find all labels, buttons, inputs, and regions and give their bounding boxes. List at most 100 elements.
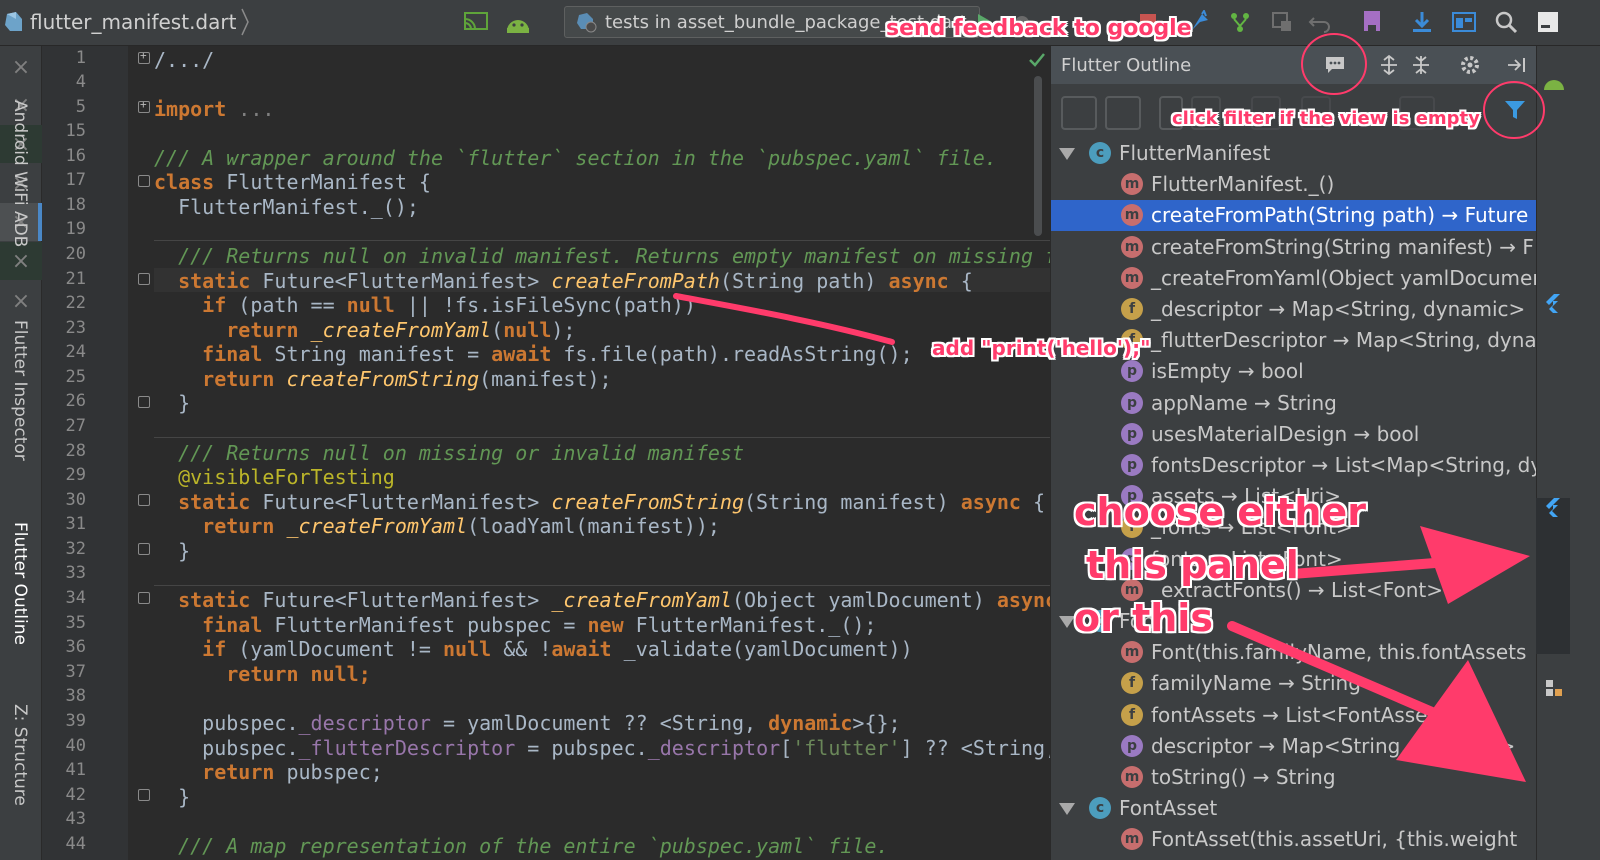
outline-row-label: FlutterManifest <box>1119 141 1271 165</box>
code-line-34: static Future<FlutterManifest> _createFr… <box>154 588 1081 612</box>
fold-collapse-icon[interactable] <box>138 273 150 285</box>
tab-android-wifi-adb[interactable]: Android WiFi ADB <box>8 100 30 247</box>
gear-icon[interactable] <box>1459 53 1483 77</box>
outline-member-row[interactable]: p appName → String <box>1051 388 1536 419</box>
method-icon: m <box>1121 266 1143 289</box>
method-icon: m <box>1121 204 1143 227</box>
download-icon[interactable] <box>1408 8 1436 36</box>
tab-flutter-inspector[interactable]: Flutter Inspector <box>8 320 30 461</box>
outline-member-row[interactable]: p fontsDescriptor → List<Map<String, dy <box>1051 450 1536 481</box>
fold-collapse-icon[interactable] <box>138 175 150 187</box>
line-number: 44 <box>65 834 86 854</box>
no-errors-check-icon <box>1029 53 1045 67</box>
annotation-filter: click filter if the view is empty <box>1172 108 1480 129</box>
method-icon: m <box>1121 641 1143 664</box>
outline-member-row[interactable]: m createFromString(String manifest) → F <box>1051 232 1536 263</box>
code-line-17: class FlutterManifest { <box>154 170 431 194</box>
outline-member-row[interactable]: m toString() → String <box>1051 762 1536 793</box>
line-number: 41 <box>65 760 86 780</box>
outline-member-row[interactable]: p isEmpty → bool <box>1051 356 1536 387</box>
line-number: 5 <box>75 97 86 117</box>
line-number: 18 <box>65 195 86 215</box>
outline-member-row[interactable]: f familyName → String <box>1051 668 1536 699</box>
vcs-icon[interactable] <box>1226 8 1254 36</box>
outline-member-row[interactable]: m createFromPath(String path) → Future <box>1051 200 1536 232</box>
avd-icon[interactable] <box>1268 8 1296 36</box>
outline-member-row[interactable]: m FlutterManifest._() <box>1051 169 1536 200</box>
outline-member-row[interactable]: p descriptor → Map<String, dynamic> <box>1051 731 1536 762</box>
line-number: 26 <box>65 391 86 411</box>
line-number: 31 <box>65 514 86 534</box>
outline-class-row[interactable]: c FlutterManifest <box>1051 138 1536 169</box>
fold-expand-icon[interactable] <box>138 98 150 113</box>
close-tab-icon[interactable]: × <box>0 242 42 280</box>
outline-member-row[interactable]: m FontAsset(this.assetUri, {this.weight <box>1051 824 1536 855</box>
padding-widget-icon[interactable] <box>1105 96 1141 130</box>
undo-icon[interactable] <box>1306 8 1334 36</box>
close-tab-icon[interactable]: × <box>0 48 42 86</box>
line-number: 38 <box>65 686 86 706</box>
line-number: 21 <box>65 269 86 289</box>
line-number: 43 <box>65 809 86 829</box>
outline-member-row[interactable]: p usesMaterialDesign → bool <box>1051 419 1536 450</box>
tab-flutter-outline[interactable]: Flutter Outline <box>8 522 30 645</box>
code-line-16: /// A wrapper around the `flutter` secti… <box>154 146 997 170</box>
property-icon: p <box>1121 734 1143 757</box>
code-line-22: if (path == null || !fs.isFileSync(path)… <box>154 293 696 317</box>
file-name: flutter_manifest.dart <box>30 10 237 34</box>
android-icon[interactable] <box>504 8 532 36</box>
line-number: 24 <box>65 342 86 362</box>
fold-collapse-icon[interactable] <box>138 543 150 555</box>
line-number: 20 <box>65 244 86 264</box>
ide-icon[interactable] <box>1534 8 1562 36</box>
feedback-icon[interactable] <box>1323 53 1347 77</box>
property-icon: p <box>1121 454 1143 476</box>
annotation-choose-3: or this <box>1074 596 1213 640</box>
outline-member-row[interactable]: f _descriptor → Map<String, dynamic> <box>1051 294 1536 325</box>
outline-member-row[interactable]: m Font(this.familyName, this.fontAssets <box>1051 637 1536 668</box>
field-icon: f <box>1121 298 1143 320</box>
center-widget-icon[interactable] <box>1061 96 1097 130</box>
flutter-inspector-icon <box>1546 294 1560 313</box>
line-number: 15 <box>65 121 86 141</box>
outline-row-label: descriptor → Map<String, dynamic> <box>1151 733 1516 758</box>
sdk-icon[interactable] <box>1358 8 1386 36</box>
filter-icon[interactable] <box>1503 98 1527 126</box>
close-tab-icon[interactable]: × <box>0 282 42 320</box>
tab-structure[interactable]: Z: Structure <box>8 704 30 806</box>
outline-row-label: appName → String <box>1151 390 1337 415</box>
expand-triangle-icon[interactable] <box>1059 616 1075 628</box>
fold-collapse-icon[interactable] <box>138 494 150 506</box>
cast-icon[interactable] <box>462 8 490 36</box>
outline-row-label: FontAsset <box>1119 796 1218 821</box>
code-line-5: import ... <box>154 97 275 121</box>
expand-all-icon[interactable] <box>1377 53 1401 77</box>
collapse-all-icon[interactable] <box>1409 53 1433 77</box>
fold-collapse-icon[interactable] <box>138 396 150 408</box>
outline-member-row[interactable]: m _createFromYaml(Object yamlDocumen <box>1051 263 1536 294</box>
editor-scrollbar[interactable] <box>1034 76 1042 236</box>
underline-stroke <box>673 293 895 345</box>
outline-member-row[interactable]: f fontAssets → List<FontAsset> <box>1051 700 1536 731</box>
flutter-outline-icon <box>1546 498 1560 517</box>
outline-row-label: FlutterManifest._() <box>1151 172 1335 197</box>
outline-class-row[interactable]: c FontAsset <box>1051 793 1536 824</box>
fold-collapse-icon[interactable] <box>138 592 150 604</box>
code-line-32: } <box>154 539 191 563</box>
line-number: 28 <box>65 441 86 461</box>
line-number: 4 <box>75 72 86 92</box>
dart-file-icon <box>5 12 22 31</box>
hide-panel-icon[interactable] <box>1505 53 1529 77</box>
method-icon: m <box>1121 173 1143 196</box>
file-breadcrumb[interactable]: flutter_manifest.dart <box>4 6 250 38</box>
expand-triangle-icon[interactable] <box>1059 148 1075 160</box>
project-structure-icon[interactable] <box>1450 8 1478 36</box>
code-line-25: return createFromString(manifest); <box>154 367 612 391</box>
expand-triangle-icon[interactable] <box>1059 803 1075 816</box>
search-icon[interactable] <box>1492 8 1520 36</box>
method-separator <box>154 437 1050 438</box>
annotation-add-print: add "print('hello');" <box>932 336 1151 360</box>
fold-expand-icon[interactable] <box>138 49 150 64</box>
property-icon: p <box>1121 422 1143 445</box>
fold-collapse-icon[interactable] <box>138 789 150 801</box>
